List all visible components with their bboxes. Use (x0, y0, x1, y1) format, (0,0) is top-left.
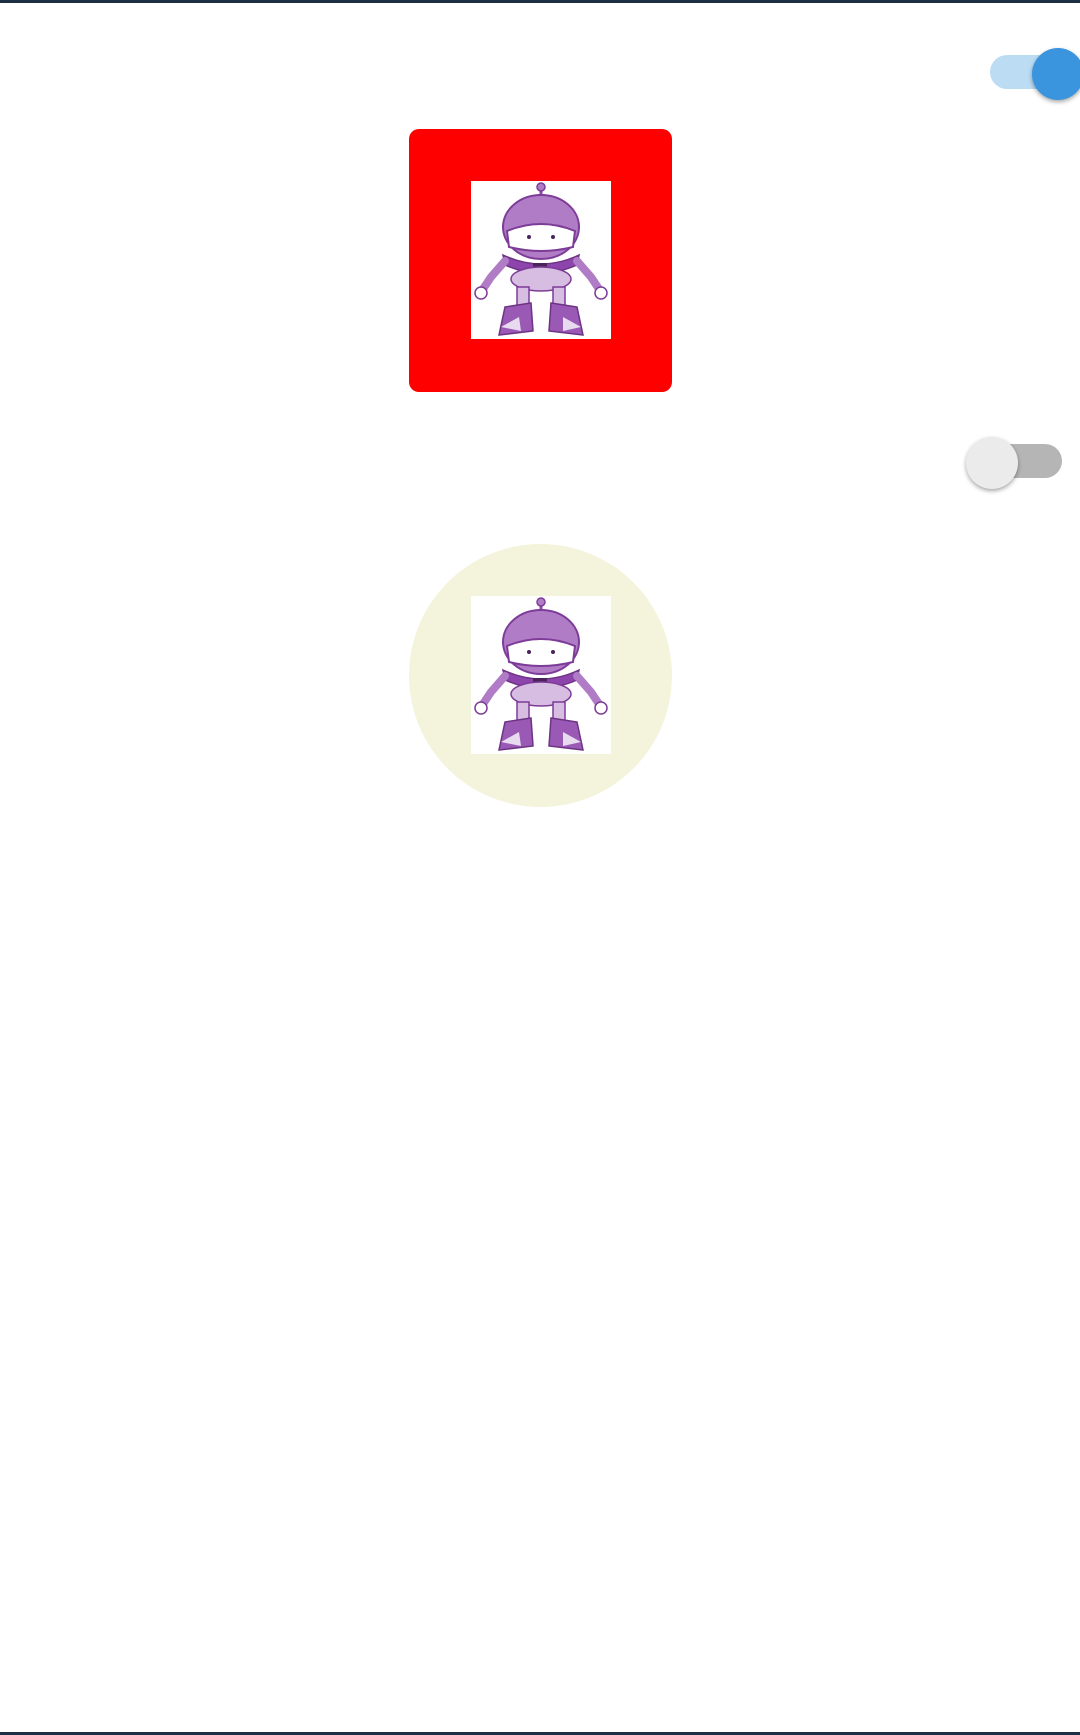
beige-circle-frame (409, 544, 672, 807)
robot-mascot-image (471, 596, 611, 754)
switch-thumb (1032, 48, 1080, 100)
robot-mascot-image (471, 181, 611, 339)
robot-icon (474, 597, 608, 751)
screen (0, 0, 1080, 1735)
switch-thumb (966, 437, 1018, 489)
status-bar-edge (0, 0, 1080, 3)
toggle-switch-top[interactable] (980, 39, 1080, 100)
red-square-frame (409, 129, 672, 392)
toggle-switch-bottom[interactable] (966, 428, 1070, 489)
robot-icon (474, 182, 608, 336)
